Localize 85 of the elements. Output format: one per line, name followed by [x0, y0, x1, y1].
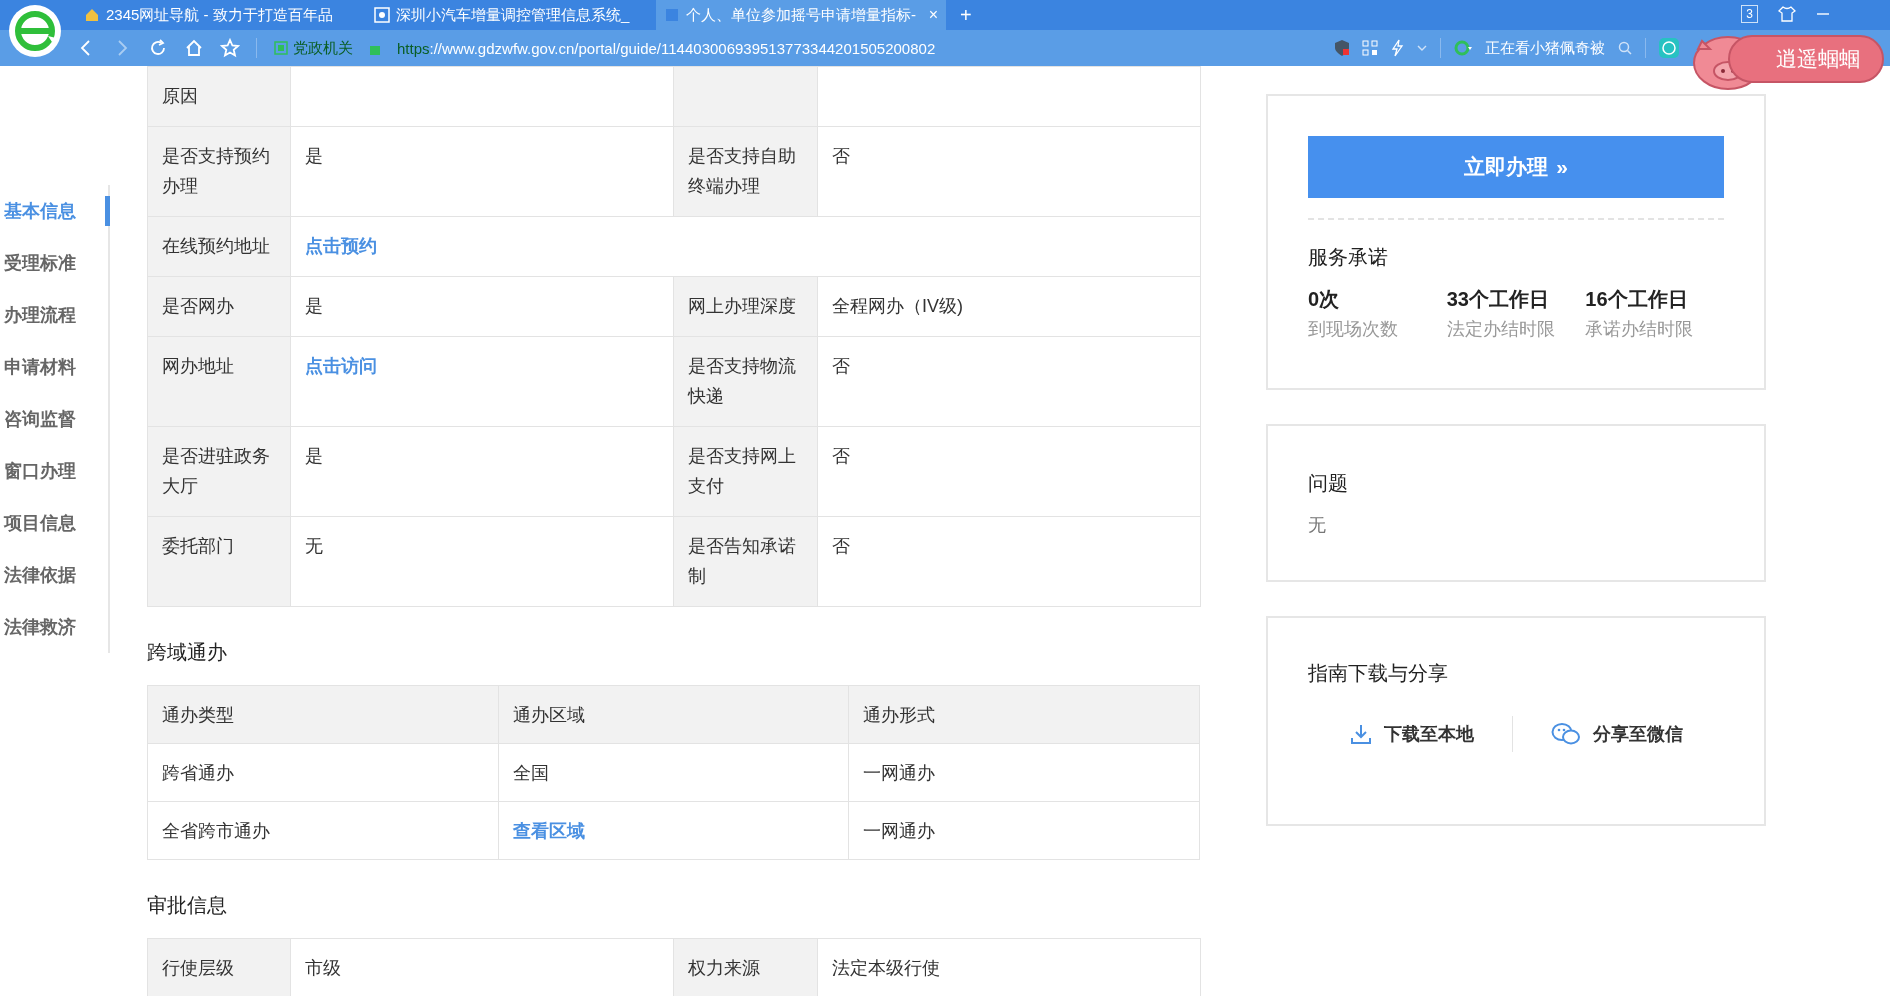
column-header: 通办类型 [162, 705, 234, 725]
field-label: 是否网办 [162, 296, 234, 316]
sidebar-item[interactable]: 法律依据 [0, 563, 76, 587]
browser-tab[interactable]: 2345网址导航 - 致力于打造百年品 [76, 0, 366, 30]
browser-logo-icon[interactable] [8, 4, 62, 58]
field-value: 否 [832, 356, 850, 376]
sidebar-item[interactable]: 申请材料 [0, 355, 76, 379]
download-icon [1349, 723, 1372, 745]
new-tab-button[interactable]: + [946, 0, 986, 30]
close-tab-button[interactable]: × [928, 6, 938, 24]
section-heading: 跨域通办 [147, 640, 228, 665]
field-value: 全国 [512, 763, 549, 783]
page-icon [84, 7, 100, 23]
stat-value: 33个工作日 [1446, 287, 1550, 312]
field-label: 委托部门 [162, 536, 234, 556]
field-label: 是否支持预约办理 [162, 146, 270, 196]
stat-label: 法定办结时限 [1446, 318, 1556, 341]
field-value: 否 [832, 536, 850, 556]
browser-tab[interactable]: 深圳小汽车增量调控管理信息系统_ [366, 0, 656, 30]
field-value: 法定本级行使 [832, 958, 940, 978]
window-count-badge[interactable]: 3 [1741, 5, 1758, 23]
star-icon[interactable] [220, 38, 240, 58]
link[interactable]: 点击预约 [305, 236, 377, 256]
card-title: 指南下载与分享 [1308, 661, 1449, 686]
site-category-label: 党政机关 [293, 38, 353, 58]
reload-icon[interactable] [148, 38, 168, 58]
address-field[interactable]: https://www.gdzwfw.gov.cn/portal/guide/114403006939513773344201505200802 [397, 39, 936, 57]
column-header: 通办区域 [512, 705, 585, 725]
card-title: 问题 [1308, 471, 1349, 496]
field-label: 原因 [162, 86, 198, 106]
download-link[interactable]: 下载至本地 [1311, 722, 1512, 746]
field-value: 是 [305, 146, 323, 166]
field-label: 在线预约地址 [162, 236, 270, 256]
link[interactable]: 查看区域 [512, 821, 585, 841]
section-heading: 审批信息 [147, 893, 228, 918]
field-label: 网办地址 [162, 356, 234, 376]
field-value: 一网通办 [863, 763, 936, 783]
sidebar-item[interactable]: 受理标准 [0, 251, 76, 275]
field-label: 是否支持网上支付 [688, 446, 796, 496]
field-value: 是 [305, 446, 323, 466]
field-value: 否 [832, 446, 850, 466]
field-value: 否 [832, 146, 850, 166]
extension-icon[interactable] [1658, 37, 1680, 59]
stat-label: 到现场次数 [1308, 318, 1399, 341]
active-indicator [105, 196, 110, 226]
stat-label: 承诺办结时限 [1585, 318, 1695, 341]
shirt-icon[interactable] [1778, 6, 1796, 22]
card-title: 服务承诺 [1308, 245, 1389, 270]
field-value: 一网通办 [863, 821, 936, 841]
field-label: 权力来源 [688, 958, 760, 978]
stat-value: 16个工作日 [1585, 287, 1689, 312]
sidebar-item[interactable]: 咨询监督 [0, 407, 76, 431]
field-label: 行使层级 [162, 958, 234, 978]
field-label: 是否告知承诺制 [688, 536, 796, 586]
apply-now-button[interactable]: 立即办理 » [1308, 136, 1724, 198]
sidebar-item[interactable]: 项目信息 [0, 511, 76, 535]
sidebar-item[interactable]: 窗口办理 [0, 459, 76, 483]
lightning-icon[interactable] [1390, 39, 1404, 57]
qr-code-icon[interactable] [1362, 40, 1378, 56]
sidebar-item[interactable]: 法律救济 [0, 615, 76, 639]
column-header: 通办形式 [863, 705, 936, 725]
field-value: 全省跨市通办 [162, 821, 270, 841]
browser-tab[interactable]: 个人、单位参加摇号申请增量指标- × [656, 0, 946, 30]
page-icon [374, 7, 390, 23]
link[interactable]: 点击访问 [305, 356, 377, 376]
field-value: 跨省通办 [162, 763, 234, 783]
field-value: 全程网办（IV级) [832, 296, 963, 316]
field-label: 是否进驻政务大厅 [162, 446, 270, 496]
chat-bubbles-icon [1550, 722, 1581, 746]
search-icon[interactable] [1617, 40, 1633, 56]
stat-value: 0次 [1308, 287, 1341, 312]
share-link[interactable]: 分享至微信 [1512, 722, 1721, 746]
sidebar-item[interactable]: 办理流程 [0, 303, 76, 327]
sidebar-item[interactable]: 基本信息 [0, 199, 76, 223]
question-text: 无 [1308, 514, 1327, 537]
field-value: 市级 [305, 958, 341, 978]
skin-sticker-label: 逍遥蝈蝈 [1728, 35, 1884, 83]
news-ticker[interactable]: 正在看小猪佩奇被 [1485, 38, 1605, 58]
field-value: 无 [305, 536, 323, 556]
home-icon[interactable] [184, 38, 204, 58]
field-label: 是否支持物流快递 [688, 356, 796, 406]
page-icon [664, 7, 680, 23]
field-label: 网上办理深度 [688, 296, 796, 316]
field-value: 是 [305, 296, 323, 316]
field-label: 是否支持自助终端办理 [688, 146, 796, 196]
